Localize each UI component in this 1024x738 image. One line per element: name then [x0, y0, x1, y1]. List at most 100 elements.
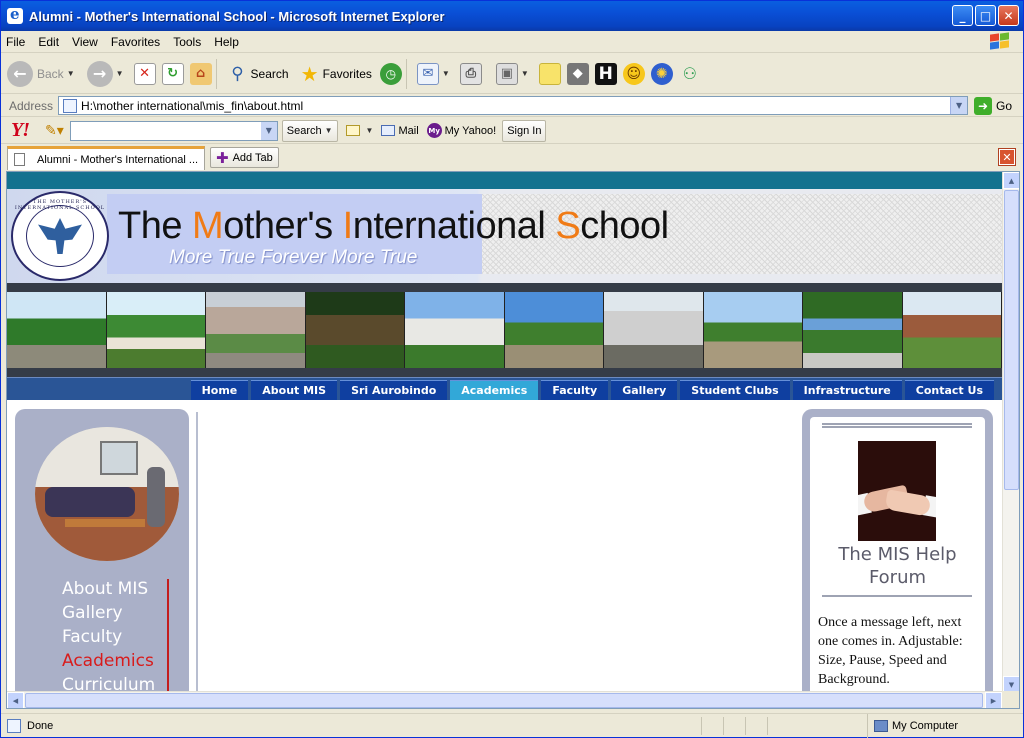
research-button[interactable]: ◆	[566, 62, 589, 85]
messenger-button[interactable]: ⚇	[679, 63, 701, 85]
menu-view[interactable]: View	[67, 35, 106, 49]
sticky-note-icon	[538, 62, 561, 85]
scroll-right-icon[interactable]: ▶	[985, 692, 1002, 708]
left-sidebar: About MIS Gallery Faculty Academics Curr…	[15, 409, 189, 693]
home-icon: ⌂	[189, 62, 212, 85]
forum-title[interactable]: The MIS Help Forum	[810, 543, 985, 589]
forum-panel: The MIS Help Forum Once a message left, …	[810, 417, 985, 693]
nav-gallery[interactable]: Gallery	[611, 380, 678, 400]
search-button[interactable]: ⚲ Search	[227, 63, 288, 85]
go-button[interactable]: ➜ Go	[974, 96, 1012, 115]
history-icon: ◷	[379, 62, 402, 85]
menu-help[interactable]: Help	[209, 35, 247, 49]
add-tab-button[interactable]: ✚ Add Tab	[210, 147, 279, 168]
sidebar-link-about-mis[interactable]: About MIS	[62, 577, 155, 601]
menu-favorites[interactable]: Favorites	[106, 35, 168, 49]
forum-divider	[822, 423, 972, 428]
sign-in-label: Sign In	[507, 124, 542, 137]
menu-file[interactable]: File	[1, 35, 33, 49]
yahoo-search-input[interactable]: ▼	[69, 120, 278, 141]
edit-dropdown-icon[interactable]: ▼	[521, 69, 529, 78]
home-button[interactable]: ⌂	[189, 62, 212, 85]
sidebar-link-faculty[interactable]: Faculty	[62, 625, 155, 649]
close-tab-button[interactable]: ✕	[998, 148, 1016, 166]
back-button[interactable]: ← Back ▼	[7, 60, 75, 87]
horizontal-scroll-thumb[interactable]	[25, 693, 983, 708]
windows-logo-icon	[987, 32, 1013, 52]
forward-dropdown-icon[interactable]: ▼	[116, 69, 124, 78]
nav-about-mis[interactable]: About MIS	[251, 380, 338, 400]
my-yahoo-button[interactable]: My My Yahoo!	[426, 123, 496, 138]
right-sidebar: The MIS Help Forum Once a message left, …	[802, 409, 993, 693]
history-button[interactable]: ◷	[379, 62, 402, 85]
top-strip	[7, 172, 1002, 189]
tab-active[interactable]: Alumni - Mother's International ...	[7, 146, 205, 170]
yahoo-logo[interactable]: Y!	[11, 119, 30, 142]
address-label: Address	[9, 98, 54, 113]
back-arrow-icon: ←	[7, 60, 33, 87]
title-part: nternational	[352, 205, 556, 247]
nav-home[interactable]: Home	[190, 380, 249, 400]
classroom-photo	[35, 427, 179, 561]
school-title: The Mother's International School	[118, 205, 669, 248]
nav-infrastructure[interactable]: Infrastructure	[792, 380, 902, 400]
address-url[interactable]: H:\mother international\mis_fin\about.ht…	[81, 99, 303, 113]
nav-contact-us[interactable]: Contact Us	[904, 380, 994, 400]
nav-faculty[interactable]: Faculty	[541, 380, 609, 400]
address-dropdown-icon[interactable]: ▼	[950, 97, 968, 114]
print-button[interactable]: ⎙	[459, 62, 482, 85]
maximize-button[interactable]: □	[975, 5, 996, 26]
refresh-icon: ↻	[161, 62, 184, 85]
cube-icon: ◆	[566, 62, 589, 85]
horizontal-scrollbar[interactable]: ◀ ▶	[7, 691, 1002, 708]
pencil-icon[interactable]: ✎▾	[45, 123, 64, 139]
address-input[interactable]: H:\mother international\mis_fin\about.ht…	[58, 96, 969, 115]
status-text: Done	[27, 719, 54, 732]
back-dropdown-icon[interactable]: ▼	[67, 69, 75, 78]
forward-button[interactable]: → ▼	[86, 60, 124, 87]
toolbar-separator	[215, 58, 217, 89]
standard-toolbar: ← Back ▼ → ▼ ✕ ↻ ⌂ ⚲ Search ★ Favorites …	[1, 54, 1023, 94]
nav-student-clubs[interactable]: Student Clubs	[680, 380, 790, 400]
school-seal-logo[interactable]: THE MOTHER'S INTERNATIONAL SCHOOL	[11, 191, 109, 281]
mail-button[interactable]: ✉ ▼	[416, 62, 450, 85]
campus-photo	[504, 292, 604, 368]
refresh-button[interactable]: ↻	[161, 62, 184, 85]
close-button[interactable]: ✕	[998, 5, 1019, 26]
notes-button[interactable]	[538, 62, 561, 85]
yahoo-search-dropdown-icon[interactable]: ▼	[260, 121, 277, 140]
address-bar: Address H:\mother international\mis_fin\…	[1, 95, 1023, 117]
yahoo-highlight-button[interactable]: ▼	[345, 125, 374, 136]
yahoo-search-dropdown-icon[interactable]: ▼	[325, 126, 333, 135]
menu-tools[interactable]: Tools	[168, 35, 209, 49]
vertical-scrollbar[interactable]: ▲ ▼	[1002, 172, 1019, 693]
scroll-up-icon[interactable]: ▲	[1003, 172, 1019, 189]
menu-edit[interactable]: Edit	[33, 35, 67, 49]
nav-academics[interactable]: Academics	[450, 380, 539, 400]
yahoo-search-button[interactable]: Search ▼	[281, 119, 338, 142]
stop-button[interactable]: ✕	[133, 62, 156, 85]
settings-button[interactable]: ✺	[650, 62, 673, 85]
minimize-button[interactable]: _	[952, 5, 973, 26]
edit-button[interactable]: ▣ ▼	[495, 62, 529, 85]
status-bar: Done My Computer	[1, 713, 1023, 738]
vertical-scroll-thumb[interactable]	[1004, 190, 1019, 490]
yahoo-mail-button[interactable]: Mail	[381, 125, 419, 137]
sidebar-link-curriculum[interactable]: Curriculum	[62, 673, 155, 693]
sidebar-link-gallery[interactable]: Gallery	[62, 601, 155, 625]
messenger-smiley-button[interactable]: ☺	[622, 62, 645, 85]
highlight-dropdown-icon[interactable]: ▼	[366, 126, 374, 135]
sidebar-link-academics[interactable]: Academics	[62, 649, 155, 673]
title-bar[interactable]: Alumni - Mother's International School -…	[1, 1, 1023, 31]
mail-dropdown-icon[interactable]: ▼	[442, 69, 450, 78]
campus-photo	[703, 292, 803, 368]
h-button[interactable]: H	[594, 62, 617, 85]
scroll-left-icon[interactable]: ◀	[7, 692, 24, 708]
title-initial: S	[555, 205, 581, 247]
nav-sri-aurobindo[interactable]: Sri Aurobindo	[340, 380, 448, 400]
campus-photo	[803, 292, 903, 368]
title-part: The	[118, 205, 193, 247]
status-cell	[723, 717, 724, 735]
favorites-button[interactable]: ★ Favorites	[299, 62, 372, 86]
yahoo-sign-in-button[interactable]: Sign In	[502, 119, 547, 142]
